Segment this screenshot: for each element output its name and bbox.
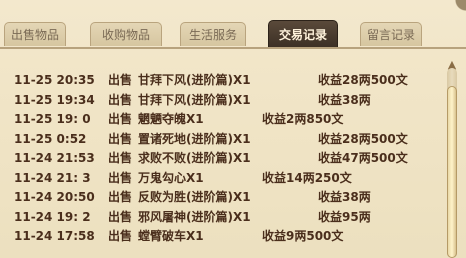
record-time: 11-24 19: 2: [14, 209, 91, 224]
record-action: 出售: [108, 170, 133, 185]
list-item: 11-25 19:34 出售 甘拜下风(进阶篇)X1 收益38两: [14, 91, 444, 111]
record-item: 置诸死地(进阶篇)X1: [138, 131, 251, 146]
record-time: 11-25 20:35: [14, 73, 95, 87]
record-income: 收益47两500文: [318, 151, 408, 165]
record-item: 螳臂破车X1: [138, 229, 204, 243]
record-item: 甘拜下风(进阶篇)X1: [138, 73, 251, 87]
tab-buy-items[interactable]: 收购物品: [90, 22, 162, 46]
record-income: 收益28两500文: [318, 131, 408, 146]
record-action: 出售: [108, 131, 133, 146]
record-income: 收益9两500文: [262, 229, 344, 243]
record-action: 出售: [108, 112, 133, 126]
scrollbar-thumb[interactable]: [447, 86, 457, 258]
window-corner-ornament: [444, 0, 466, 22]
record-time: 11-25 19: 0: [14, 112, 91, 126]
record-action: 出售: [108, 92, 133, 107]
record-action: 出售: [108, 190, 133, 204]
list-item: 11-25 19: 0 出售 魍魉夺魄X1 收益2两850文: [14, 110, 444, 130]
records-panel: 11-25 20:35 出售 甘拜下风(进阶篇)X1 收益28两500文 11-…: [0, 49, 466, 258]
record-item: 反败为胜(进阶篇)X1: [138, 190, 251, 204]
record-time: 11-24 17:58: [14, 229, 95, 243]
list-item: 11-24 21:53 出售 求败不败(进阶篇)X1 收益47两500文: [14, 149, 444, 169]
list-item: 11-24 19: 2 出售 邪风屠神(进阶篇)X1 收益95两: [14, 208, 444, 228]
record-time: 11-24 20:50: [14, 190, 95, 204]
record-list: 11-25 20:35 出售 甘拜下风(进阶篇)X1 收益28两500文 11-…: [14, 71, 444, 247]
record-income: 收益2两850文: [262, 112, 344, 126]
tab-sell-items[interactable]: 出售物品: [4, 22, 66, 46]
record-income: 收益14两250文: [262, 170, 352, 185]
record-item: 万鬼勾心X1: [138, 170, 204, 185]
record-income: 收益28两500文: [318, 73, 408, 87]
record-time: 11-25 0:52: [14, 131, 87, 146]
tab-trade-records[interactable]: 交易记录: [268, 20, 338, 48]
list-item: 11-25 0:52 出售 置诸死地(进阶篇)X1 收益28两500文: [14, 130, 444, 150]
trade-window: 出售物品 收购物品 生活服务 交易记录 留言记录 11-25 20:35 出售 …: [0, 0, 466, 258]
record-item: 甘拜下风(进阶篇)X1: [138, 92, 251, 107]
tab-message-records[interactable]: 留言记录: [360, 22, 422, 46]
record-time: 11-24 21:53: [14, 151, 95, 165]
tab-life-services[interactable]: 生活服务: [180, 22, 246, 46]
record-action: 出售: [108, 73, 133, 87]
list-item: 11-24 20:50 出售 反败为胜(进阶篇)X1 收益38两: [14, 188, 444, 208]
list-item: 11-24 21: 3 出售 万鬼勾心X1 收益14两250文: [14, 169, 444, 189]
record-action: 出售: [108, 229, 133, 243]
record-action: 出售: [108, 209, 133, 224]
record-income: 收益38两: [318, 92, 371, 107]
list-item: 11-25 20:35 出售 甘拜下风(进阶篇)X1 收益28两500文: [14, 71, 444, 91]
record-income: 收益38两: [318, 190, 371, 204]
tab-bar: 出售物品 收购物品 生活服务 交易记录 留言记录: [0, 0, 466, 48]
record-income: 收益95两: [318, 209, 371, 224]
list-item: 11-24 17:58 出售 螳臂破车X1 收益9两500文: [14, 227, 444, 247]
record-item: 求败不败(进阶篇)X1: [138, 151, 251, 165]
record-item: 邪风屠神(进阶篇)X1: [138, 209, 251, 224]
record-time: 11-25 19:34: [14, 92, 95, 107]
record-action: 出售: [108, 151, 133, 165]
record-time: 11-24 21: 3: [14, 170, 91, 185]
record-item: 魍魉夺魄X1: [138, 112, 204, 126]
